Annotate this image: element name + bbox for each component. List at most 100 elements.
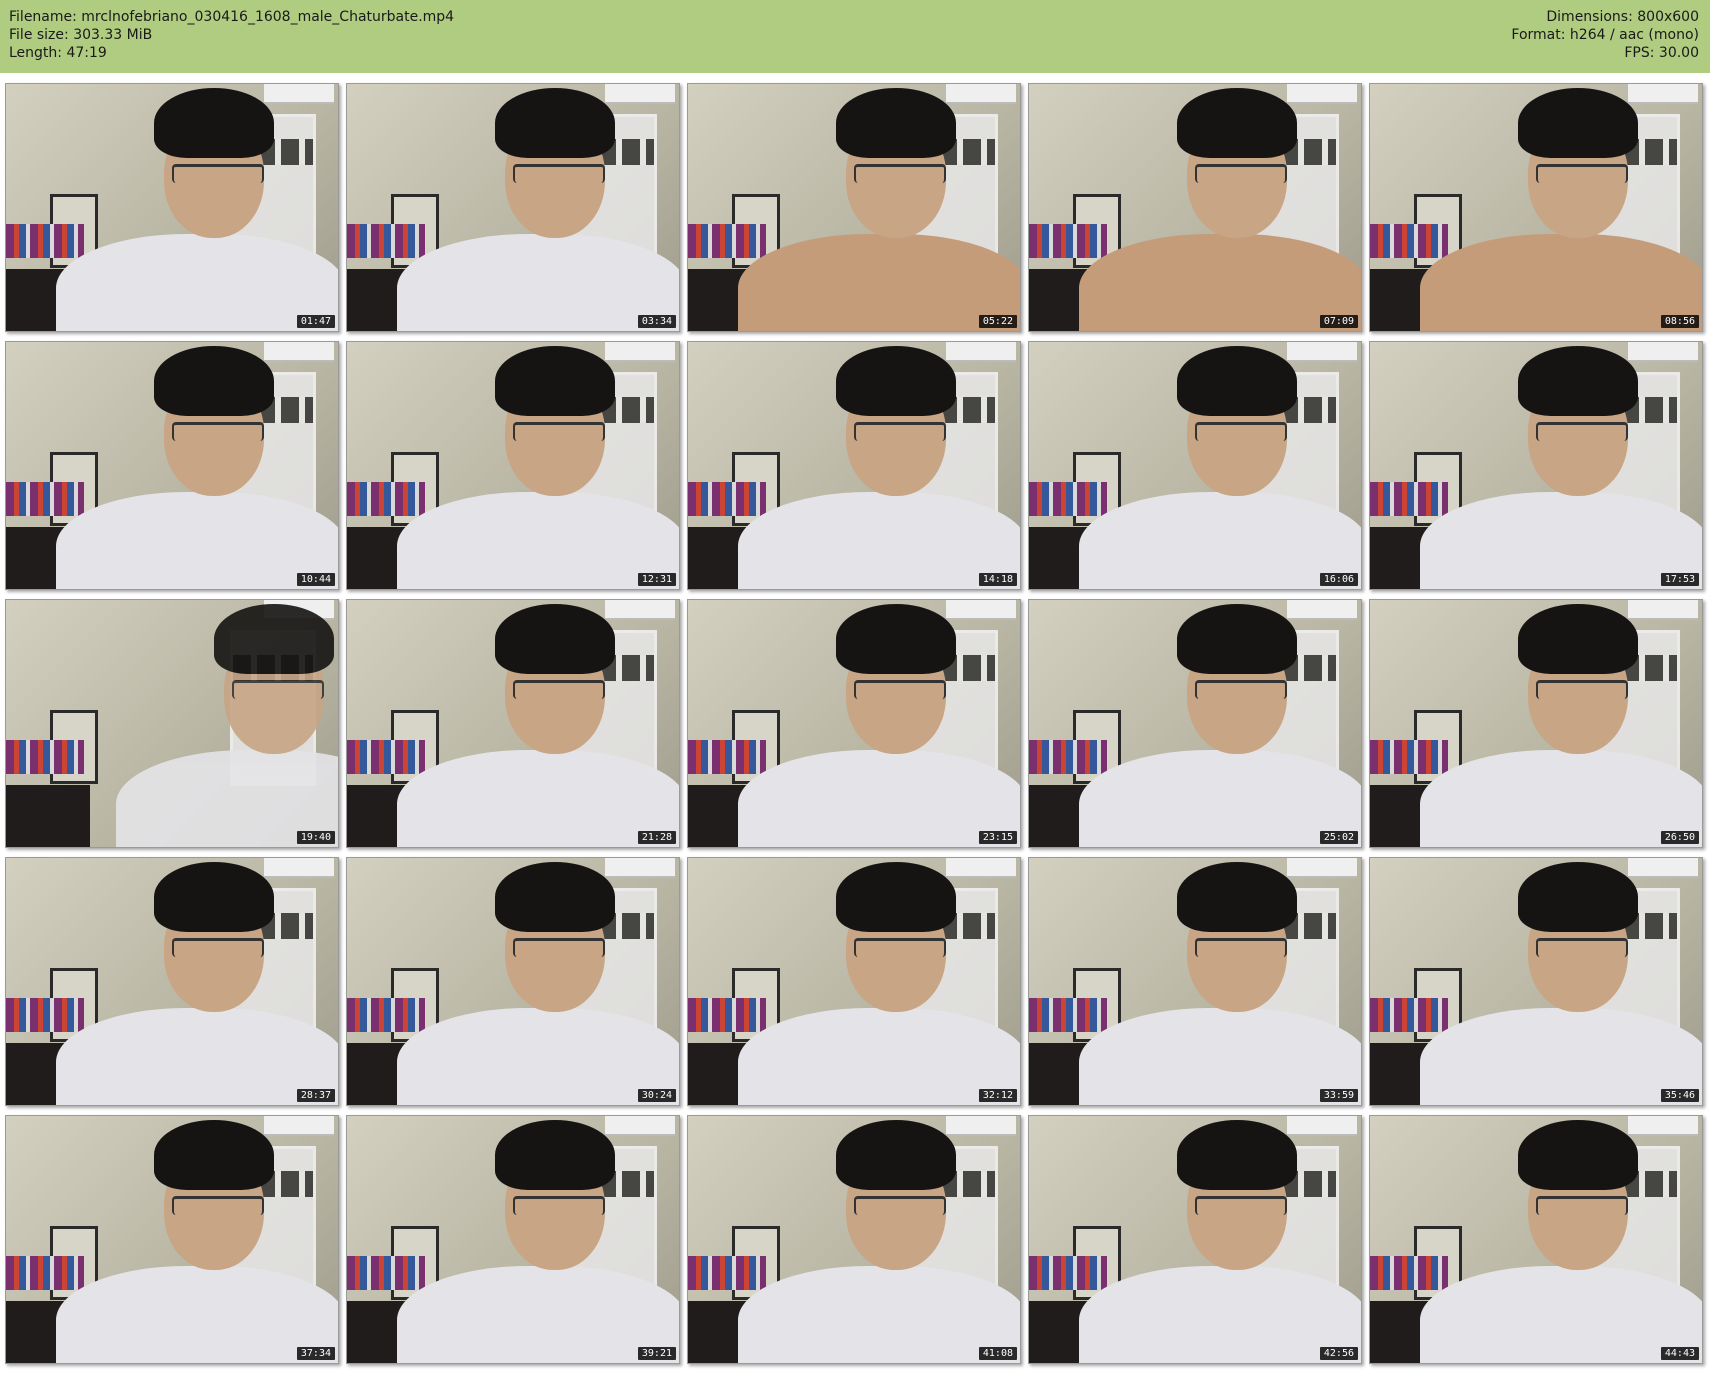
hair bbox=[154, 862, 274, 932]
hair bbox=[836, 862, 956, 932]
video-thumbnail: 42:56 bbox=[1028, 1115, 1362, 1364]
person bbox=[397, 600, 679, 847]
person bbox=[738, 342, 1020, 589]
video-thumbnail: 03:34 bbox=[346, 83, 680, 332]
glasses bbox=[854, 938, 946, 957]
video-thumbnail: 32:12 bbox=[687, 857, 1021, 1106]
glasses bbox=[513, 1196, 605, 1215]
thumbnail-grid: 01:47 03:34 05:22 07:09 08:56 10:44 12:31 14:18… bbox=[5, 83, 1703, 1364]
glasses bbox=[1536, 422, 1628, 441]
timestamp-label: 14:18 bbox=[978, 573, 1017, 586]
hair bbox=[1177, 88, 1297, 158]
glasses bbox=[1195, 938, 1287, 957]
person bbox=[56, 858, 338, 1105]
glasses bbox=[513, 938, 605, 957]
glasses bbox=[172, 938, 264, 957]
video-thumbnail: 30:24 bbox=[346, 857, 680, 1106]
shelf-items bbox=[1370, 998, 1448, 1032]
video-thumbnail: 26:50 bbox=[1369, 599, 1703, 848]
timestamp-label: 44:43 bbox=[1660, 1347, 1699, 1360]
shelf-items bbox=[6, 1256, 84, 1290]
shelf-items bbox=[688, 482, 766, 516]
video-thumbnail: 28:37 bbox=[5, 857, 339, 1106]
hair bbox=[1518, 1120, 1638, 1190]
shelf-items bbox=[1370, 482, 1448, 516]
timestamp-label: 30:24 bbox=[637, 1089, 676, 1102]
person bbox=[738, 84, 1020, 331]
filename-text: Filename: mrclnofebriano_030416_1608_mal… bbox=[9, 9, 455, 25]
timestamp-label: 17:53 bbox=[1660, 573, 1699, 586]
video-thumbnail: 10:44 bbox=[5, 341, 339, 590]
timestamp-label: 41:08 bbox=[978, 1347, 1017, 1360]
timestamp-label: 12:31 bbox=[637, 573, 676, 586]
hair bbox=[154, 1120, 274, 1190]
video-thumbnail: 19:40 bbox=[5, 599, 339, 848]
video-thumbnail: 17:53 bbox=[1369, 341, 1703, 590]
shelf-items bbox=[347, 740, 425, 774]
person bbox=[738, 858, 1020, 1105]
timestamp-label: 19:40 bbox=[296, 831, 335, 844]
glasses bbox=[172, 422, 264, 441]
timestamp-label: 03:34 bbox=[637, 315, 676, 328]
shelf-items bbox=[688, 224, 766, 258]
shelf-items bbox=[1029, 482, 1107, 516]
person bbox=[738, 1116, 1020, 1363]
video-thumbnail: 25:02 bbox=[1028, 599, 1362, 848]
glasses bbox=[854, 164, 946, 183]
glasses bbox=[513, 422, 605, 441]
person bbox=[1420, 600, 1702, 847]
info-right: Dimensions: 800x600 Format: h264 / aac (… bbox=[1511, 8, 1699, 62]
video-thumbnail: 08:56 bbox=[1369, 83, 1703, 332]
glasses bbox=[513, 164, 605, 183]
person bbox=[1079, 858, 1361, 1105]
hair bbox=[1177, 1120, 1297, 1190]
hair bbox=[1518, 346, 1638, 416]
timestamp-label: 32:12 bbox=[978, 1089, 1017, 1102]
hair bbox=[495, 862, 615, 932]
cabinet bbox=[6, 785, 90, 847]
person bbox=[397, 858, 679, 1105]
person bbox=[1420, 342, 1702, 589]
shelf-items bbox=[1029, 740, 1107, 774]
shelf-items bbox=[1029, 1256, 1107, 1290]
video-thumbnail: 41:08 bbox=[687, 1115, 1021, 1364]
video-thumbnail: 39:21 bbox=[346, 1115, 680, 1364]
shelf-items bbox=[688, 740, 766, 774]
person bbox=[1079, 600, 1361, 847]
shelf-items bbox=[1370, 740, 1448, 774]
info-header: Filename: mrclnofebriano_030416_1608_mal… bbox=[0, 0, 1710, 73]
info-left: Filename: mrclnofebriano_030416_1608_mal… bbox=[9, 8, 454, 62]
hair bbox=[836, 88, 956, 158]
person bbox=[1079, 84, 1361, 331]
shelf-items bbox=[347, 998, 425, 1032]
person bbox=[56, 1116, 338, 1363]
person bbox=[116, 600, 338, 847]
timestamp-label: 35:46 bbox=[1660, 1089, 1699, 1102]
glasses bbox=[854, 422, 946, 441]
person bbox=[738, 600, 1020, 847]
video-thumbnail: 35:46 bbox=[1369, 857, 1703, 1106]
hair bbox=[495, 604, 615, 674]
hair bbox=[1177, 862, 1297, 932]
shelf-items bbox=[1029, 224, 1107, 258]
shelf-items bbox=[6, 998, 84, 1032]
timestamp-label: 07:09 bbox=[1319, 315, 1358, 328]
shelf-items bbox=[1029, 998, 1107, 1032]
glasses bbox=[172, 164, 264, 183]
person bbox=[1079, 1116, 1361, 1363]
video-thumbnail: 16:06 bbox=[1028, 341, 1362, 590]
timestamp-label: 42:56 bbox=[1319, 1347, 1358, 1360]
glasses bbox=[172, 1196, 264, 1215]
hair bbox=[1177, 346, 1297, 416]
hair bbox=[154, 88, 274, 158]
hair bbox=[836, 604, 956, 674]
hair bbox=[495, 346, 615, 416]
glasses bbox=[854, 680, 946, 699]
glasses bbox=[1195, 164, 1287, 183]
shelf-items bbox=[347, 224, 425, 258]
dimensions-text: Dimensions: 800x600 bbox=[1546, 9, 1699, 25]
video-thumbnail: 14:18 bbox=[687, 341, 1021, 590]
hair bbox=[214, 604, 334, 674]
person bbox=[397, 84, 679, 331]
glasses bbox=[1195, 680, 1287, 699]
